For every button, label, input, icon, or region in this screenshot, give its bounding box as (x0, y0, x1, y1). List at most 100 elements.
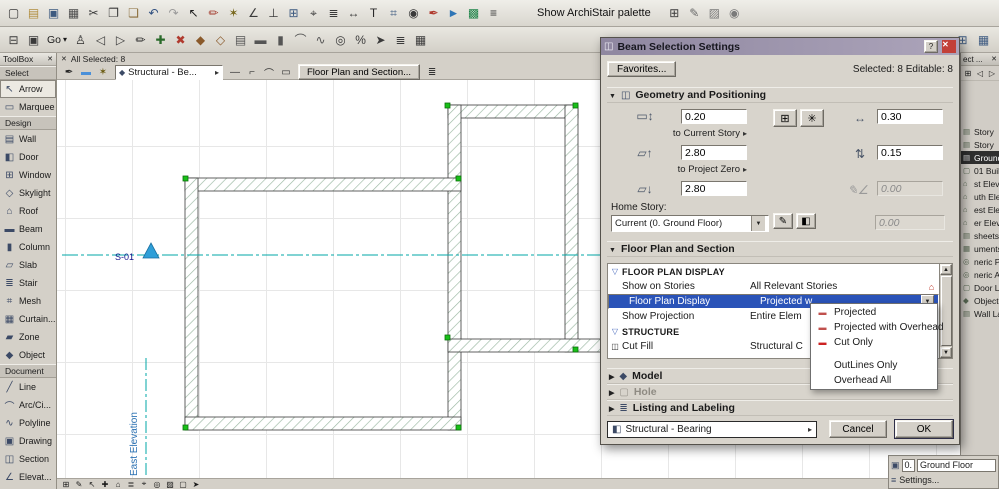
redo-icon[interactable]: ↷ (164, 4, 183, 23)
magic-wand-icon[interactable]: ✶ (224, 4, 243, 23)
navigator-item[interactable]: ▤ sheets (961, 229, 999, 242)
zoom-icon[interactable]: ◎ (331, 30, 350, 49)
print-icon[interactable]: ▦ (64, 4, 83, 23)
curtain-wall-tool[interactable]: ▦ Curtain... (0, 310, 56, 328)
pick-up-parameters-icon[interactable]: ◆ (191, 30, 210, 49)
red-pen-icon[interactable]: ✒ (424, 4, 443, 23)
navigator-item[interactable]: ▢ Door Lab (961, 281, 999, 294)
table-view-icon[interactable]: ▦ (411, 30, 430, 49)
info-expand-icon[interactable]: ≣ (424, 65, 440, 79)
magic-wand-icon[interactable]: ✶ (95, 65, 111, 79)
rect-beam-icon[interactable]: ▭ (278, 65, 294, 79)
line-color-swatch[interactable]: ▬ (78, 65, 94, 79)
arc-circle-tool[interactable]: ⌒ Arc/Ci... (0, 396, 56, 414)
navigator-item[interactable]: ▤ Wall Lab (961, 307, 999, 320)
section-marker-triangle[interactable] (142, 242, 160, 259)
top-elevation-input[interactable] (681, 145, 747, 160)
pen-attributes-icon[interactable]: ✒ (61, 65, 77, 79)
open-folder-icon[interactable]: ▤ (24, 4, 43, 23)
spline-icon[interactable]: ∿ (311, 30, 330, 49)
add-vertex-icon[interactable]: ✚ (151, 30, 170, 49)
previous-view-icon[interactable]: ◁ (91, 30, 110, 49)
wall-mode-icon[interactable]: ▤ (231, 30, 250, 49)
status-pen-icon[interactable]: ✎ (73, 479, 85, 489)
arc-icon[interactable]: ⌒ (291, 30, 310, 49)
arrow-cursor-icon[interactable]: ↖ (184, 4, 203, 23)
undo-icon[interactable]: ↶ (144, 4, 163, 23)
settings-row[interactable]: Show on Stories All Relevant Stories ⌂ (608, 279, 939, 294)
nav-forward-icon[interactable]: ▷ (987, 68, 997, 79)
go-menu[interactable]: Go (43, 34, 71, 46)
navigator-item[interactable]: ◎ neric Axo (961, 268, 999, 281)
menu-overhead-all[interactable]: Overhead All (812, 373, 936, 388)
layer-selector[interactable]: ◧ Structural - Bearing (607, 420, 817, 438)
settings-row[interactable]: ▽ FLOOR PLAN DISPLAY (608, 264, 939, 279)
beam-height-input[interactable] (681, 109, 747, 124)
zone-tool[interactable]: ▰ Zone (0, 328, 56, 346)
navigator-item[interactable]: ▦ uments (961, 242, 999, 255)
menu-projected-with-overhead[interactable]: ▬ Projected with Overhead (812, 320, 944, 335)
navigator-item[interactable]: ⌂ er Elevati (961, 216, 999, 229)
floor-plan-section-button[interactable]: Floor Plan and Section... (298, 64, 421, 80)
toolbox-toggle-icon[interactable]: ⊟ (4, 30, 23, 49)
selection-handles[interactable] (182, 102, 579, 431)
window-tool[interactable]: ⊞ Window (0, 166, 56, 184)
top-link-menu[interactable]: to Current Story (631, 128, 747, 139)
camera-path-icon[interactable]: ◉ (725, 4, 744, 23)
draw-pencil-icon[interactable]: ✏ (131, 30, 150, 49)
cut-icon[interactable]: ✂ (84, 4, 103, 23)
mesh-tool[interactable]: ⌗ Mesh (0, 292, 56, 310)
favorites-button[interactable]: Favorites... (607, 61, 677, 77)
status-hatch-icon[interactable]: ▨ (164, 479, 176, 489)
delete-icon[interactable]: ✖ (171, 30, 190, 49)
geometry-section-header[interactable]: ◫ Geometry and Positioning (607, 87, 953, 103)
cancel-button[interactable]: Cancel (829, 420, 887, 438)
navigator-item[interactable]: ◎ neric Per (961, 255, 999, 268)
slab-tool[interactable]: ▱ Slab (0, 256, 56, 274)
ok-button[interactable]: OK (894, 419, 954, 439)
mesh-grid-icon[interactable]: ⌗ (384, 4, 403, 23)
dialog-titlebar[interactable]: ◫ Beam Selection Settings ? ✕ (601, 38, 959, 55)
menu-outlines-only[interactable]: OutLines Only (812, 358, 936, 373)
copy-icon[interactable]: ❐ (104, 4, 123, 23)
arrow-tool[interactable]: ↖ Arrow (0, 80, 56, 98)
nav-back-icon[interactable]: ◁ (975, 68, 985, 79)
save-icon[interactable]: ▣ (44, 4, 63, 23)
grid-snap-icon[interactable]: ⊞ (284, 4, 303, 23)
bottom-link-menu[interactable]: to Project Zero (631, 164, 747, 175)
navigator-item[interactable]: ⌂ uth Eleva (961, 190, 999, 203)
status-layers-icon[interactable]: ≣ (125, 479, 137, 489)
curved-beam-icon[interactable]: ⌒ (261, 65, 277, 80)
pen-settings-button[interactable]: ✎ (773, 213, 793, 229)
axis-reference-button[interactable]: ✳ (800, 109, 824, 127)
text-tool-icon[interactable]: T (364, 4, 383, 23)
bottom-elevation-input[interactable] (681, 181, 747, 196)
straight-beam-icon[interactable]: — (227, 65, 243, 79)
dimension-icon[interactable]: ↔ (344, 4, 363, 23)
anchor-point-button[interactable]: ⊞ (773, 109, 797, 127)
beam-tool[interactable]: ▬ Beam (0, 220, 56, 238)
navigator-item[interactable]: ▤ Ground (961, 151, 999, 164)
fill-settings-button[interactable]: ◧ (796, 213, 816, 229)
next-view-icon[interactable]: ▷ (111, 30, 130, 49)
paste-icon[interactable]: ❏ (124, 4, 143, 23)
elevation-tool[interactable]: ∠ Elevat... (0, 468, 56, 486)
navigator-close-icon[interactable]: ✕ (991, 55, 997, 63)
home-story-selector[interactable]: Current (0. Ground Floor) (611, 215, 769, 232)
edit-pen-icon[interactable]: ✎ (685, 4, 704, 23)
door-tool[interactable]: ◧ Door (0, 148, 56, 166)
marker-flag-icon[interactable]: ► (444, 4, 463, 23)
navigator-item[interactable]: ⌂ est Eleva (961, 203, 999, 216)
navigator-item[interactable]: ◆ Object L (961, 294, 999, 307)
status-cursor-icon[interactable]: ↖ (86, 479, 98, 489)
menu-projected[interactable]: ▬ Projected (812, 305, 936, 320)
beam-mode-icon[interactable]: ▬ (251, 30, 270, 49)
floor-plan-section-header[interactable]: Floor Plan and Section (607, 241, 953, 257)
layers-icon[interactable]: ≣ (324, 4, 343, 23)
dialog-close-button[interactable]: ✕ (942, 40, 956, 53)
status-plus-icon[interactable]: ✚ (99, 479, 111, 489)
walk-person-icon[interactable]: ♙ (71, 30, 90, 49)
scrollbar-thumb[interactable] (940, 276, 952, 346)
table-scrollbar[interactable]: ▲ ▼ (939, 264, 952, 358)
navigator-item[interactable]: ▤ Story (961, 138, 999, 151)
